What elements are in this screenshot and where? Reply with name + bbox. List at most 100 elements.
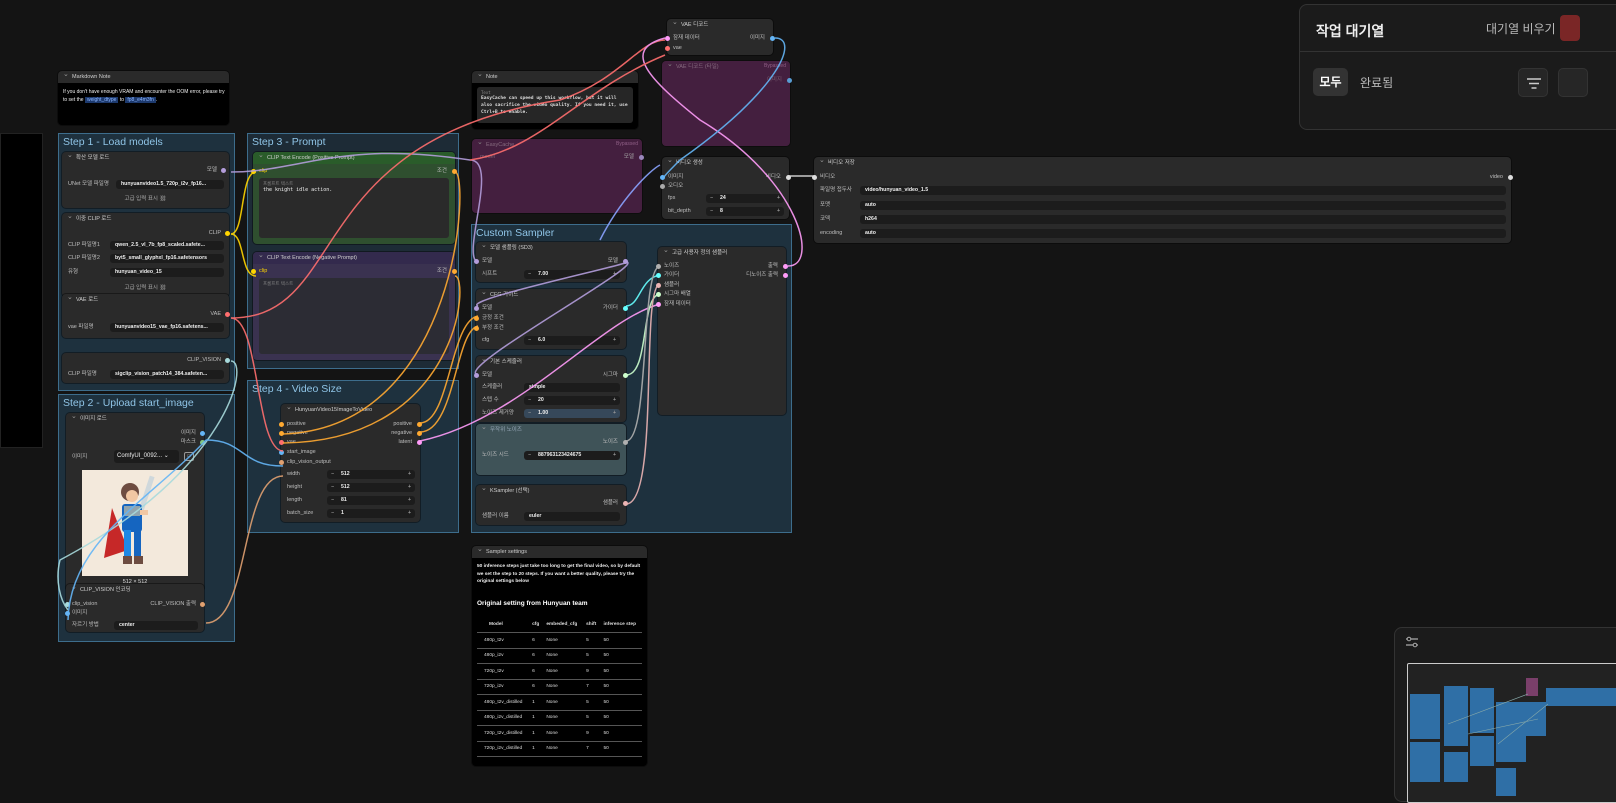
encoding-select[interactable]: auto xyxy=(860,229,1506,238)
note-node[interactable]: Note Text EasyCache can speed up this wo… xyxy=(472,69,638,129)
input-model-socket[interactable] xyxy=(474,259,479,264)
dual-clip-loader-node[interactable]: 이중 CLIP 로드 CLIP CLIP 파일명1 qwen_2.5_vl_7b… xyxy=(62,211,230,297)
output-model-socket[interactable] xyxy=(623,259,628,264)
output-vae-socket[interactable] xyxy=(225,312,230,317)
output-socket[interactable] xyxy=(783,264,788,269)
output-noise-socket[interactable] xyxy=(623,440,628,445)
input-guider-socket[interactable] xyxy=(656,273,661,278)
minus-icon[interactable]: − xyxy=(331,483,334,492)
unet-select[interactable]: hunyuanvideo1.5_720p_i2v_fp16... xyxy=(116,180,224,189)
output-positive-socket[interactable] xyxy=(417,422,422,427)
output-clip-vision-socket[interactable] xyxy=(225,358,230,363)
scheduler-select[interactable]: simple xyxy=(524,383,620,392)
tab-completed[interactable]: 완료됨 xyxy=(1360,74,1393,91)
input-start-image-socket[interactable] xyxy=(279,450,284,455)
plus-icon[interactable]: + xyxy=(613,336,616,345)
width-input[interactable]: − 512 + xyxy=(327,470,415,479)
input-image-socket[interactable] xyxy=(65,611,70,616)
cfg-guider-node[interactable]: CFG 가이드 모델 긍정 조건 부정 조건 가이더 cfg − 6.0 + xyxy=(474,287,628,349)
plus-icon[interactable]: + xyxy=(613,409,616,418)
show-advanced-button[interactable]: 고급 입력 표시 ⛓ xyxy=(62,284,229,293)
cfg-input[interactable]: − 6.0 + xyxy=(524,336,620,345)
fps-input[interactable]: − 24 + xyxy=(706,194,784,203)
plus-icon[interactable]: + xyxy=(777,207,780,216)
output-image-socket[interactable] xyxy=(200,431,205,436)
type-select[interactable]: hunyuan_video_15 xyxy=(110,268,224,277)
minus-icon[interactable]: − xyxy=(528,451,531,460)
input-noise-socket[interactable] xyxy=(656,264,661,269)
input-image-socket[interactable] xyxy=(660,175,665,180)
input-vae-socket[interactable] xyxy=(665,46,670,51)
plus-icon[interactable]: + xyxy=(777,194,780,203)
codec-select[interactable]: h264 xyxy=(860,215,1506,224)
vae-decode-tiled-node[interactable]: VAE 디코드 (타일) Bypassed 이미지 xyxy=(662,59,792,146)
minus-icon[interactable]: − xyxy=(331,470,334,479)
load-image-node[interactable]: 이미지 로드 이미지 마스크 이미지 ComfyUI_0092... ⌄ ▭ 5… xyxy=(66,411,205,591)
minus-icon[interactable]: − xyxy=(710,194,713,203)
save-video-node[interactable]: 비디오 저장 비디오 video 파일명 접두사 video/hunyuan_v… xyxy=(812,155,1513,243)
input-clip-vision-socket[interactable] xyxy=(65,602,70,607)
create-video-node[interactable]: 비디오 생성 이미지 오디오 비디오 fps − 24 + bit_depth − 8… xyxy=(660,155,791,219)
bit-depth-input[interactable]: − 8 + xyxy=(706,207,784,216)
output-guider-socket[interactable] xyxy=(623,306,628,311)
model-sampling-sd3-node[interactable]: 모델 샘플링 (SD3) 모델 모델 시프트 − 7.00 + xyxy=(474,240,628,282)
output-clip-socket[interactable] xyxy=(225,231,230,236)
tab-all[interactable]: 모두 xyxy=(1313,68,1348,96)
minus-icon[interactable]: − xyxy=(528,409,531,418)
plus-icon[interactable]: + xyxy=(408,483,411,492)
output-cond-socket[interactable] xyxy=(452,269,457,274)
minimap-panel[interactable] xyxy=(1394,627,1616,803)
input-clip-socket[interactable] xyxy=(251,269,256,274)
show-advanced-button[interactable]: 고급 입력 표시 ⛓ xyxy=(62,195,229,204)
input-model-socket[interactable] xyxy=(474,306,479,311)
hunyuan-image-to-video-node[interactable]: HunyuanVideo15ImageToVideo positive nega… xyxy=(279,402,422,522)
input-sigmas-socket[interactable] xyxy=(656,292,661,297)
plus-icon[interactable]: + xyxy=(613,270,616,279)
minus-icon[interactable]: − xyxy=(528,396,531,405)
input-negative-socket[interactable] xyxy=(279,431,284,436)
minus-icon[interactable]: − xyxy=(528,336,531,345)
minus-icon[interactable]: − xyxy=(528,270,531,279)
input-neg-socket[interactable] xyxy=(474,326,479,331)
vae-loader-node[interactable]: VAE 로드 VAE vae 파일명 hunyuanvideo15_vae_fp… xyxy=(62,292,230,338)
batch-input[interactable]: − 1 + xyxy=(327,509,415,518)
output-model-socket[interactable] xyxy=(639,155,644,160)
plus-icon[interactable]: + xyxy=(613,396,616,405)
easycache-node[interactable]: EasyCache Bypassed model 모델 xyxy=(472,137,644,213)
length-input[interactable]: − 81 + xyxy=(327,496,415,505)
vae-select[interactable]: hunyuanvideo15_vae_fp16.safetens... xyxy=(110,323,224,332)
clip2-select[interactable]: byt5_small_glyphxl_fp16.safetensors xyxy=(110,254,224,263)
plus-icon[interactable]: + xyxy=(408,470,411,479)
input-vae-socket[interactable] xyxy=(279,440,284,445)
input-video-socket[interactable] xyxy=(812,175,817,180)
clip-vision-encode-node[interactable]: CLIP_VISION 인코딩 clip_vision 이미지 CLIP_VIS… xyxy=(65,582,205,632)
input-model-socket[interactable] xyxy=(474,373,479,378)
output-mask-socket[interactable] xyxy=(200,440,205,445)
plus-icon[interactable]: + xyxy=(408,496,411,505)
input-sampler-socket[interactable] xyxy=(656,283,661,288)
prefix-input[interactable]: video/hunyuan_video_1.5 xyxy=(860,186,1506,195)
input-clip-socket[interactable] xyxy=(251,169,256,174)
output-image-socket[interactable] xyxy=(787,78,792,83)
ksampler-select-node[interactable]: KSampler (선택) 샘플러 샘플러 이름 euler xyxy=(476,483,628,525)
output-model-socket[interactable] xyxy=(221,168,226,173)
note-textarea[interactable]: Text EasyCache can speed up this workflo… xyxy=(477,87,633,123)
output-video-socket[interactable] xyxy=(1508,175,1513,180)
denoise-input[interactable]: − 1.00 + xyxy=(524,409,620,418)
clip-vision-loader-node[interactable]: CLIP_VISION CLIP 파일명 sigclip_vision_patc… xyxy=(62,353,230,383)
settings-sliders-icon[interactable] xyxy=(1405,636,1419,648)
minus-icon[interactable]: − xyxy=(710,207,713,216)
input-latent-socket[interactable] xyxy=(656,302,661,307)
random-noise-node[interactable]: 무작위 노이즈 노이즈 노이즈 시드 − 887963123424675 + xyxy=(476,422,628,475)
diffusion-model-loader-node[interactable]: 확산 모델 로드 모델 UNet 모델 파일명 hunyuanvideo1.5_… xyxy=(62,150,229,208)
output-socket[interactable] xyxy=(200,602,205,607)
vae-decode-node[interactable]: VAE 디코드 잠재 데이터 vae 이미지 xyxy=(665,17,775,55)
input-latent-socket[interactable] xyxy=(665,36,670,41)
sampler-select[interactable]: euler xyxy=(524,512,620,521)
basic-scheduler-node[interactable]: 기본 스케줄러 모델 시그마 스케줄러 simple 스텝 수 − 20 + 노이즈… xyxy=(474,354,628,422)
output-denoised-socket[interactable] xyxy=(783,273,788,278)
input-clip-vision-output-socket[interactable] xyxy=(279,460,284,465)
advanced-custom-sampler-node[interactable]: 고급 사용자 정의 샘플러 노이즈 가이더 샘플러 시그마 배열 잠재 데이터 … xyxy=(656,245,788,415)
input-positive-socket[interactable] xyxy=(279,422,284,427)
positive-prompt-textarea[interactable]: 프롬프트 텍스트 the knight idle action. xyxy=(259,178,449,238)
